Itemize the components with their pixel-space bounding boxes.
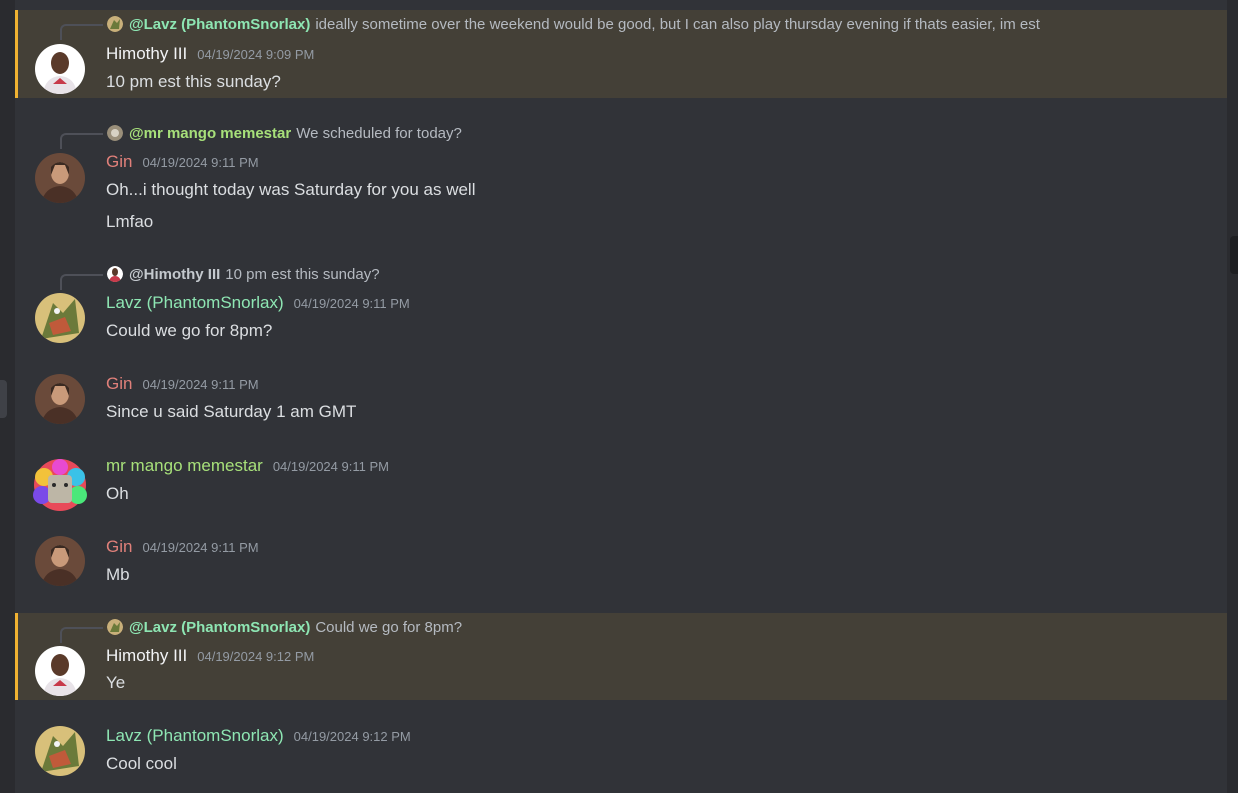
message-text: Since u said Saturday 1 am GMT	[106, 402, 357, 421]
reply-mention[interactable]: @Lavz (PhantomSnorlax)	[129, 16, 310, 33]
timestamp[interactable]: 04/19/2024 9:12 PM	[294, 729, 411, 744]
avatar-gin[interactable]	[35, 153, 85, 203]
reply-connector	[60, 133, 103, 149]
timestamp[interactable]: 04/19/2024 9:09 PM	[197, 47, 314, 62]
timestamp[interactable]: 04/19/2024 9:11 PM	[294, 296, 410, 311]
reply-connector	[60, 274, 103, 290]
username[interactable]: Lavz (PhantomSnorlax)	[106, 293, 284, 313]
avatar-mini-mango	[107, 125, 123, 141]
avatar-mini-lavz	[107, 16, 123, 32]
timestamp[interactable]: 04/19/2024 9:11 PM	[142, 540, 258, 555]
message-text: Ye	[106, 673, 126, 692]
message-text: Mb	[106, 565, 130, 584]
username[interactable]: mr mango memestar	[106, 456, 263, 476]
timestamp[interactable]: 04/19/2024 9:11 PM	[142, 155, 258, 170]
scrollbar-thumb[interactable]	[1230, 236, 1238, 274]
avatar-lavz[interactable]	[35, 726, 85, 776]
message[interactable]: @mr mango memestar We scheduled for toda…	[15, 119, 1227, 244]
message[interactable]: @Lavz (PhantomSnorlax) ideally sometime …	[15, 10, 1227, 98]
timestamp[interactable]: 04/19/2024 9:11 PM	[142, 377, 258, 392]
timestamp[interactable]: 04/19/2024 9:12 PM	[197, 649, 314, 664]
message-text: Oh	[106, 484, 129, 503]
sidebar-resize-handle[interactable]	[0, 380, 7, 418]
reply-connector	[60, 627, 103, 643]
message-text: 10 pm est this sunday?	[106, 72, 281, 91]
username[interactable]: Gin	[106, 152, 132, 172]
avatar-mango[interactable]	[30, 455, 90, 515]
message[interactable]: mr mango memestar 04/19/2024 9:11 PM Oh	[15, 447, 1227, 511]
reply-preview[interactable]: @Himothy III 10 pm est this sunday?	[60, 263, 380, 290]
username[interactable]: Lavz (PhantomSnorlax)	[106, 726, 284, 746]
avatar-himothy[interactable]	[35, 44, 85, 94]
reply-text: 10 pm est this sunday?	[225, 265, 380, 283]
message-text: Lmfao	[106, 212, 154, 231]
timestamp[interactable]: 04/19/2024 9:11 PM	[273, 459, 389, 474]
reply-text: Could we go for 8pm?	[315, 618, 463, 636]
username[interactable]: Himothy III	[106, 646, 187, 666]
username[interactable]: Gin	[106, 537, 132, 557]
avatar-himothy[interactable]	[35, 646, 85, 696]
message[interactable]: @Lavz (PhantomSnorlax) Could we go for 8…	[15, 613, 1227, 700]
reply-mention[interactable]: @Himothy III	[129, 266, 220, 283]
reply-preview[interactable]: @mr mango memestar We scheduled for toda…	[60, 122, 462, 149]
avatar-gin[interactable]	[35, 536, 85, 586]
reply-text: We scheduled for today?	[296, 124, 462, 142]
reply-mention[interactable]: @Lavz (PhantomSnorlax)	[129, 619, 310, 636]
message[interactable]: Gin 04/19/2024 9:11 PM Mb	[15, 528, 1227, 590]
reply-preview[interactable]: @Lavz (PhantomSnorlax) ideally sometime …	[60, 13, 1040, 40]
reply-connector	[60, 24, 103, 40]
avatar-mini-lavz	[107, 619, 123, 635]
message-text: Could we go for 8pm?	[106, 321, 273, 340]
avatar-mini-himothy	[107, 266, 123, 282]
avatar-gin[interactable]	[35, 374, 85, 424]
reply-text: ideally sometime over the weekend would …	[315, 15, 1040, 33]
reply-mention[interactable]: @mr mango memestar	[129, 125, 291, 142]
message[interactable]: @Himothy III 10 pm est this sunday? Lavz…	[15, 260, 1227, 346]
message-text: Oh...i thought today was Saturday for yo…	[106, 180, 476, 199]
reply-preview[interactable]: @Lavz (PhantomSnorlax) Could we go for 8…	[60, 616, 463, 643]
message[interactable]: Gin 04/19/2024 9:11 PM Since u said Satu…	[15, 366, 1227, 428]
message[interactable]: Lavz (PhantomSnorlax) 04/19/2024 9:12 PM…	[15, 718, 1227, 788]
avatar-lavz[interactable]	[35, 293, 85, 343]
username[interactable]: Gin	[106, 374, 132, 394]
message-text: Cool cool	[106, 754, 177, 773]
username[interactable]: Himothy III	[106, 44, 187, 64]
